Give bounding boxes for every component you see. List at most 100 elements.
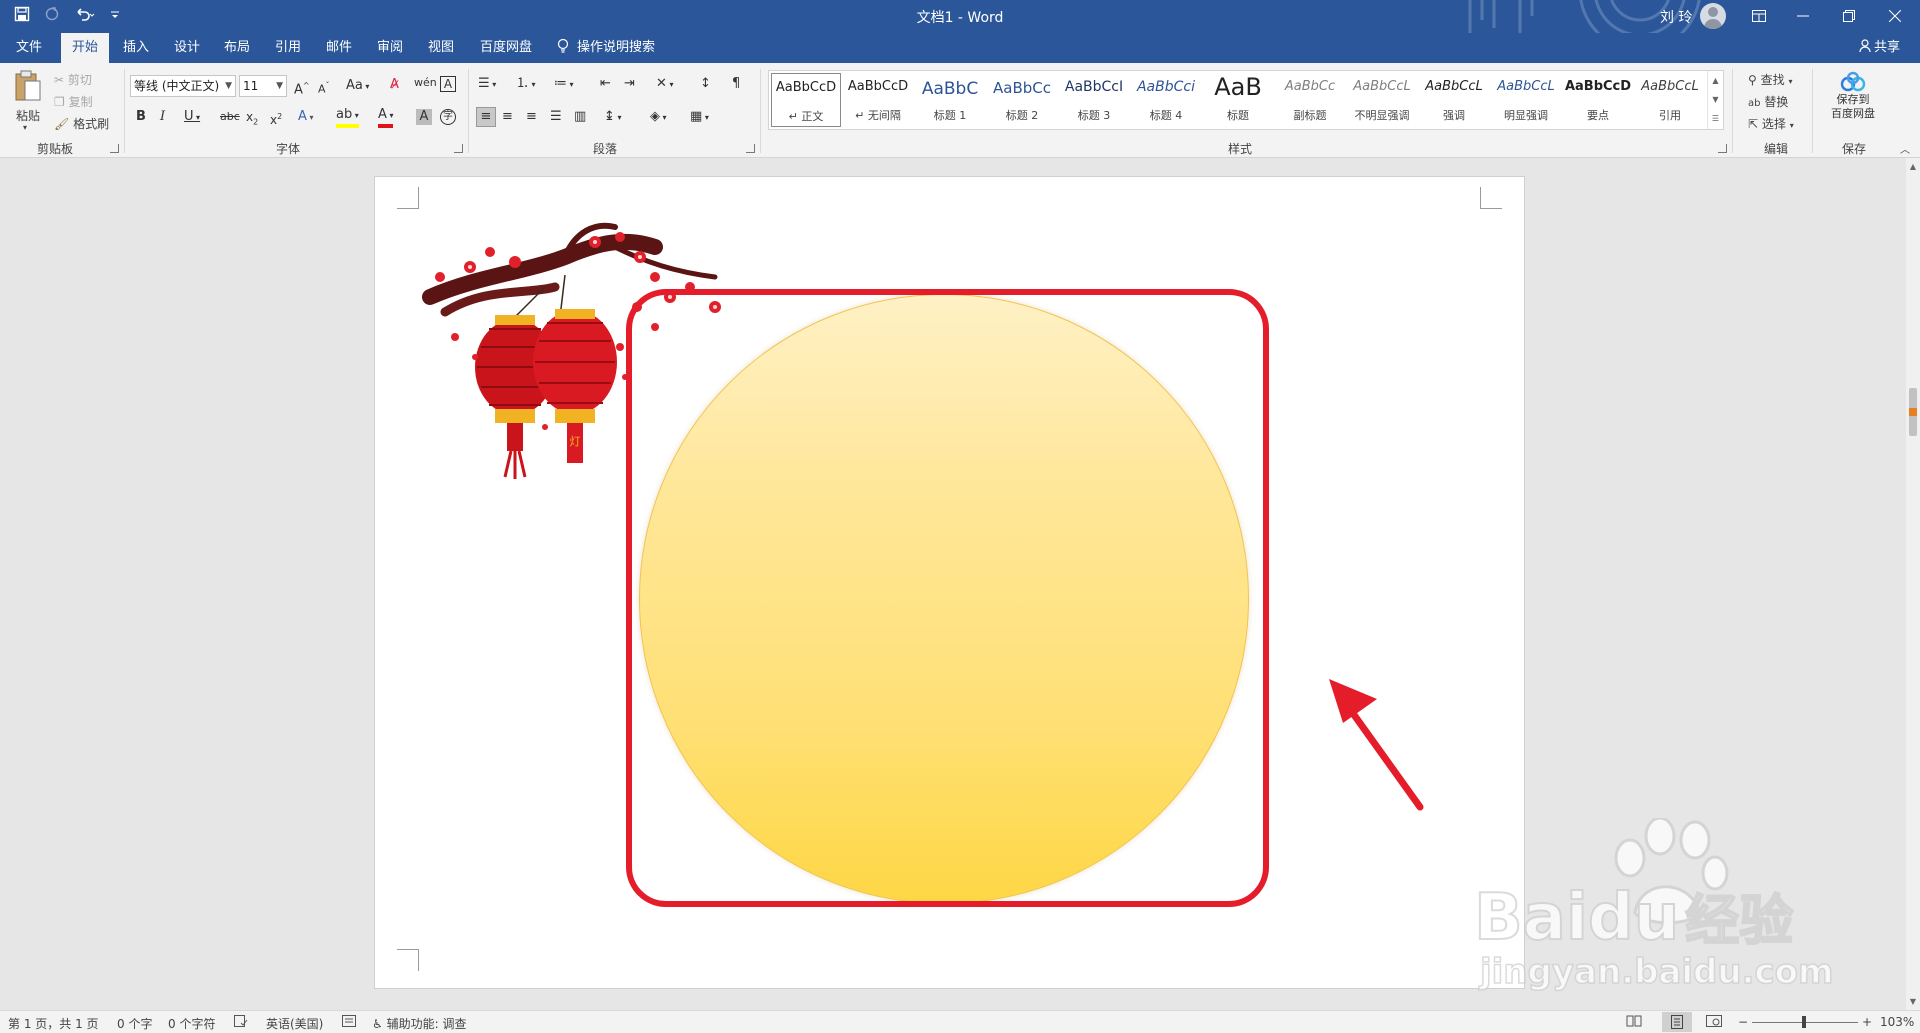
char-count[interactable]: 0 个字符 [168, 1015, 215, 1032]
clear-formatting-icon[interactable]: A̷ [390, 77, 399, 93]
gallery-up-icon[interactable]: ▲ [1708, 71, 1723, 90]
increase-indent-icon[interactable]: ⇥ [624, 76, 635, 92]
align-right-icon[interactable]: ≡ [526, 109, 537, 125]
restore-icon[interactable] [1826, 0, 1872, 33]
strikethrough-icon[interactable]: abc [220, 109, 240, 125]
distributed-icon[interactable]: ▥ [574, 109, 586, 125]
phonetic-guide-icon[interactable]: wén [414, 75, 437, 91]
show-formatting-icon[interactable]: ¶ [732, 76, 740, 92]
collapse-ribbon-icon[interactable]: ︿ [1900, 141, 1910, 156]
grow-font-icon[interactable]: A^ [294, 78, 310, 98]
tab-layout[interactable]: 布局 [213, 33, 261, 63]
shading-icon[interactable]: ◈ ▾ [650, 109, 667, 126]
style-item-subtitle[interactable]: AaBbCc 副标题 [1275, 73, 1345, 127]
align-left-icon[interactable]: ≡ [476, 107, 496, 127]
gallery-more-icon[interactable]: ☰ [1708, 109, 1723, 128]
zoom-slider-thumb[interactable] [1802, 1016, 1806, 1028]
style-item-quote[interactable]: AaBbCcL 引用 [1635, 73, 1705, 127]
underline-icon[interactable]: U ▾ [184, 109, 200, 126]
paste-button[interactable]: 粘贴 ▾ [8, 69, 48, 137]
language[interactable]: 英语(美国) [266, 1015, 323, 1032]
numbering-icon[interactable]: ⒈ ▾ [516, 76, 536, 93]
zoom-out-icon[interactable]: − [1738, 1015, 1748, 1029]
style-item-subtle-emphasis[interactable]: AaBbCcL 不明显强调 [1347, 73, 1417, 127]
italic-icon[interactable]: I [160, 109, 165, 125]
user-avatar[interactable] [1700, 3, 1726, 29]
cut-button[interactable]: ✂ 剪切 [54, 71, 92, 88]
paste-dropdown-icon[interactable]: ▾ [23, 123, 27, 132]
select-button[interactable]: ⇱ 选择 ▾ [1748, 115, 1794, 132]
tab-references[interactable]: 引用 [264, 33, 312, 63]
highlight-color-icon[interactable]: ab ▾ [336, 107, 359, 128]
tab-review[interactable]: 审阅 [366, 33, 414, 63]
shrink-font-icon[interactable]: Aˇ [318, 78, 330, 98]
bold-icon[interactable]: B [136, 109, 146, 125]
style-item-no-spacing[interactable]: AaBbCcD ↵ 无间隔 [843, 73, 913, 127]
user-name[interactable]: 刘 玲 [1660, 7, 1692, 27]
style-item-heading-1[interactable]: AaBbC 标题 1 [915, 73, 985, 127]
justify-icon[interactable]: ☰ [550, 109, 562, 125]
read-mode-icon[interactable] [1626, 1015, 1642, 1030]
replace-button[interactable]: ab 替换 [1748, 93, 1788, 110]
style-item-heading-3[interactable]: AaBbCcI 标题 3 [1059, 73, 1129, 127]
macro-record-icon[interactable] [342, 1015, 356, 1030]
copy-button[interactable]: ❐ 复制 [54, 93, 93, 110]
style-item-emphasis[interactable]: AaBbCcL 强调 [1419, 73, 1489, 127]
tab-file[interactable]: 文件 [5, 33, 53, 63]
minimize-icon[interactable] [1780, 0, 1826, 33]
proofing-icon[interactable] [234, 1015, 248, 1030]
borders-icon[interactable]: ▦ ▾ [690, 109, 709, 126]
bullets-icon[interactable]: ☰ ▾ [478, 76, 496, 93]
character-border-icon[interactable]: A [440, 76, 456, 92]
font-dialog-launcher[interactable] [454, 144, 463, 153]
zoom-level[interactable]: 103% [1880, 1015, 1914, 1029]
share-button[interactable]: 共享 [1859, 33, 1900, 63]
vertical-scrollbar[interactable]: ▲ ▼ [1906, 158, 1920, 1010]
tab-home[interactable]: 开始 [61, 33, 109, 63]
style-item-heading-4[interactable]: AaBbCci 标题 4 [1131, 73, 1201, 127]
line-spacing-icon[interactable]: ↨ ▾ [604, 109, 621, 126]
style-item-intense-emphasis[interactable]: AaBbCcL 明显强调 [1491, 73, 1561, 127]
change-case-icon[interactable]: Aa ▾ [346, 78, 369, 95]
tab-baidu-netdisk[interactable]: 百度网盘 [472, 33, 540, 63]
tab-design[interactable]: 设计 [163, 33, 211, 63]
close-icon[interactable] [1872, 0, 1918, 33]
clipboard-dialog-launcher[interactable] [110, 144, 119, 153]
gallery-down-icon[interactable]: ▼ [1708, 90, 1723, 109]
character-shading-icon[interactable]: A [416, 109, 432, 125]
styles-dialog-launcher[interactable] [1718, 144, 1727, 153]
font-color-icon[interactable]: A ▾ [378, 107, 394, 128]
style-item-normal[interactable]: AaBbCcD ↵ 正文 [771, 73, 841, 127]
chinese-layout-icon[interactable]: ✕ ▾ [656, 76, 673, 93]
tab-insert[interactable]: 插入 [112, 33, 160, 63]
enclose-characters-icon[interactable]: 字 [440, 109, 456, 125]
font-size-combo[interactable]: 11 ▼ [239, 75, 287, 97]
document-page[interactable]: 灯 [374, 176, 1525, 989]
font-name-combo[interactable]: 等线 (中文正文) ▼ [130, 75, 236, 97]
align-center-icon[interactable]: ≡ [502, 109, 513, 125]
find-button[interactable]: ⚲ 查找 ▾ [1748, 71, 1792, 88]
save-to-baidu-netdisk-button[interactable]: 保存到 百度网盘 [1820, 69, 1886, 137]
scroll-down-icon[interactable]: ▼ [1906, 997, 1920, 1006]
multilevel-list-icon[interactable]: ≔ ▾ [554, 76, 574, 93]
page-count[interactable]: 第 1 页，共 1 页 [8, 1015, 99, 1032]
style-item-heading-2[interactable]: AaBbCc 标题 2 [987, 73, 1057, 127]
zoom-in-icon[interactable]: + [1862, 1015, 1872, 1029]
tell-me-search[interactable]: 操作说明搜索 [557, 33, 655, 63]
tab-view[interactable]: 视图 [417, 33, 465, 63]
web-layout-icon[interactable] [1706, 1015, 1722, 1030]
text-effects-icon[interactable]: A ▾ [298, 109, 313, 126]
scroll-up-icon[interactable]: ▲ [1906, 162, 1920, 171]
accessibility-checker[interactable]: ♿ 辅助功能: 调查 [372, 1015, 466, 1032]
sort-icon[interactable]: ↕ [700, 76, 711, 92]
tab-mailings[interactable]: 邮件 [315, 33, 363, 63]
subscript-icon[interactable]: x2 [246, 109, 258, 130]
format-painter-button[interactable]: 🖌 格式刷 [54, 115, 109, 132]
word-count[interactable]: 0 个字 [117, 1015, 152, 1032]
style-item-title[interactable]: AaB 标题 [1203, 73, 1273, 127]
ribbon-display-options-icon[interactable] [1736, 0, 1782, 33]
style-item-strong[interactable]: AaBbCcD 要点 [1563, 73, 1633, 127]
paragraph-dialog-launcher[interactable] [746, 144, 755, 153]
superscript-icon[interactable]: x2 [270, 109, 282, 128]
decrease-indent-icon[interactable]: ⇤ [600, 76, 611, 92]
